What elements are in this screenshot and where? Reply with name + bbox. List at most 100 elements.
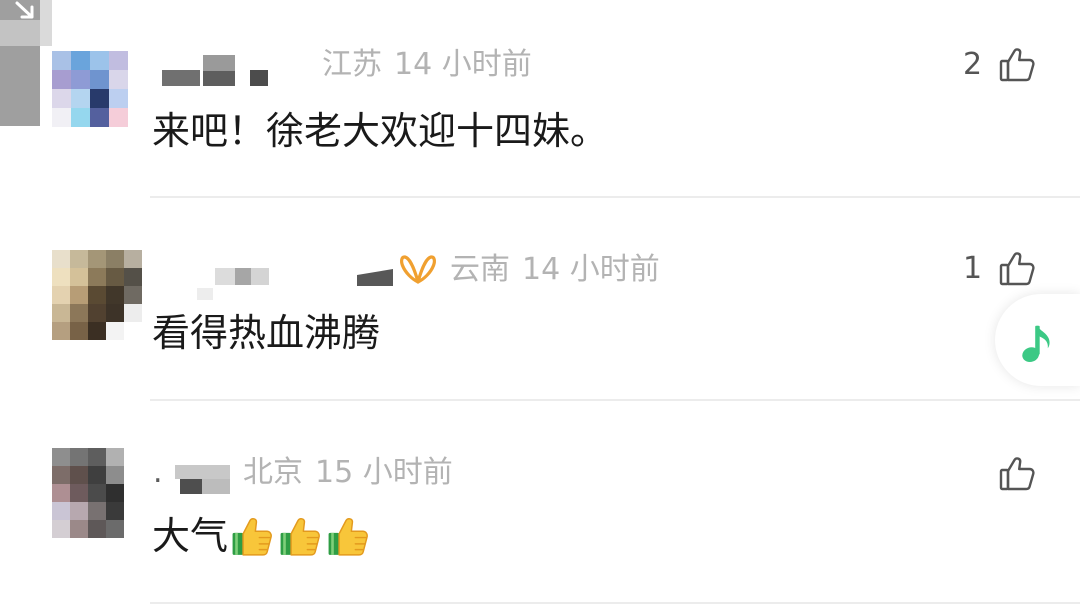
redaction-block (251, 268, 269, 285)
avatar-pixel (106, 448, 124, 466)
comment-time: 15 小时前 (315, 455, 453, 490)
avatar-pixel (70, 250, 88, 268)
comment-text: 来吧！徐老大欢迎十四妹。 (152, 109, 609, 153)
avatar-pixel (106, 520, 124, 538)
redaction-block (203, 71, 235, 86)
comment-location: 江苏 (322, 47, 382, 82)
comment-time: 14 小时前 (522, 252, 660, 287)
avatar-pixel (88, 286, 106, 304)
avatar-pixel (52, 108, 71, 127)
avatar-pixel (70, 448, 88, 466)
thumbs-up-outline-icon[interactable] (997, 249, 1037, 289)
redaction-block (215, 268, 235, 285)
username-redacted[interactable] (160, 54, 270, 87)
like-count: 2 (963, 47, 983, 82)
comment-text: 大气 (152, 512, 375, 560)
redaction-block (162, 70, 200, 86)
thumbs-up-emoji (232, 518, 272, 556)
comment-location: 北京 (243, 455, 303, 490)
avatar-pixel (124, 268, 142, 286)
avatar-pixel (70, 322, 88, 340)
avatar-pixel (106, 466, 124, 484)
avatar-pixel (70, 268, 88, 286)
avatar-pixel (52, 286, 70, 304)
avatar-pixel (88, 484, 106, 502)
comment-text: 看得热血沸腾 (152, 311, 381, 355)
avatar-pixel (52, 448, 70, 466)
avatar-pixel (71, 89, 90, 108)
avatar-pixel (124, 286, 142, 304)
avatar-pixel (52, 268, 70, 286)
avatar-pixel (70, 502, 88, 520)
avatar-pixel (52, 89, 71, 108)
avatar-pixel (88, 448, 106, 466)
avatar-pixel (106, 268, 124, 286)
avatar-pixel (52, 466, 70, 484)
avatar[interactable] (52, 448, 124, 538)
redaction-block (197, 288, 213, 300)
avatar[interactable] (52, 51, 128, 127)
redaction-block (203, 55, 235, 71)
redaction-block (235, 268, 251, 285)
avatar-pixel (106, 502, 124, 520)
avatar-pixel (109, 70, 128, 89)
redaction-block (202, 479, 230, 494)
username-redacted[interactable] (170, 463, 232, 497)
avatar-pixel (88, 250, 106, 268)
comment-item[interactable]: 云南 14 小时前 1 看得热血沸腾 (0, 203, 1080, 406)
avatar-pixel (109, 51, 128, 70)
divider (150, 602, 1080, 604)
avatar-pixel (70, 466, 88, 484)
avatar-pixel (52, 70, 71, 89)
redaction-block (357, 269, 393, 286)
avatar-pixel (106, 322, 124, 340)
avatar-pixel (124, 322, 142, 340)
avatar-pixel (88, 466, 106, 484)
emoji-group (231, 515, 375, 557)
avatar-pixel (88, 502, 106, 520)
avatar-pixel (70, 484, 88, 502)
avatar-pixel (70, 520, 88, 538)
avatar-pixel (71, 108, 90, 127)
music-note-icon (1022, 324, 1050, 362)
avatar-pixel (109, 89, 128, 108)
thumbs-up-outline-icon[interactable] (997, 454, 1037, 494)
avatar-pixel (52, 502, 70, 520)
avatar-pixel (88, 520, 106, 538)
avatar-pixel (88, 322, 106, 340)
like-button[interactable]: 1 (958, 249, 1040, 289)
comment-item[interactable]: . 北京 15 小时前 大气 (0, 402, 1080, 605)
username-redacted[interactable] (195, 265, 395, 303)
avatar-pixel (52, 304, 70, 322)
avatar-pixel (124, 250, 142, 268)
comment-meta: 北京 15 小时前 (243, 455, 453, 491)
avatar-pixel (124, 304, 142, 322)
avatar-pixel (106, 286, 124, 304)
comment-list-screen: 江苏 14 小时前 2 来吧！徐老大欢迎十四妹。 云南 14 小时前 1 看得热… (0, 0, 1080, 605)
avatar-pixel (52, 322, 70, 340)
thumbs-up-outline-icon[interactable] (997, 45, 1037, 85)
music-float-button[interactable] (995, 294, 1080, 386)
redaction-block (180, 479, 202, 494)
thumbs-up-emoji (328, 518, 368, 556)
channels-butterfly-icon (400, 255, 436, 284)
redaction-block (250, 70, 268, 86)
avatar-pixel (90, 70, 109, 89)
username-fragment[interactable]: . (153, 455, 163, 491)
comment-item[interactable]: 江苏 14 小时前 2 来吧！徐老大欢迎十四妹。 (0, 0, 1080, 203)
avatar[interactable] (52, 250, 142, 340)
like-count: 1 (963, 251, 983, 286)
comment-time: 14 小时前 (394, 47, 532, 82)
avatar-pixel (90, 108, 109, 127)
avatar-pixel (88, 304, 106, 322)
like-button[interactable] (958, 454, 1040, 494)
avatar-pixel (71, 51, 90, 70)
avatar-pixel (70, 304, 88, 322)
avatar-pixel (106, 484, 124, 502)
redaction-block (175, 465, 230, 479)
comment-location: 云南 (450, 252, 510, 287)
divider (150, 399, 1080, 401)
divider (150, 196, 1080, 198)
like-button[interactable]: 2 (958, 45, 1040, 85)
avatar-pixel (52, 520, 70, 538)
